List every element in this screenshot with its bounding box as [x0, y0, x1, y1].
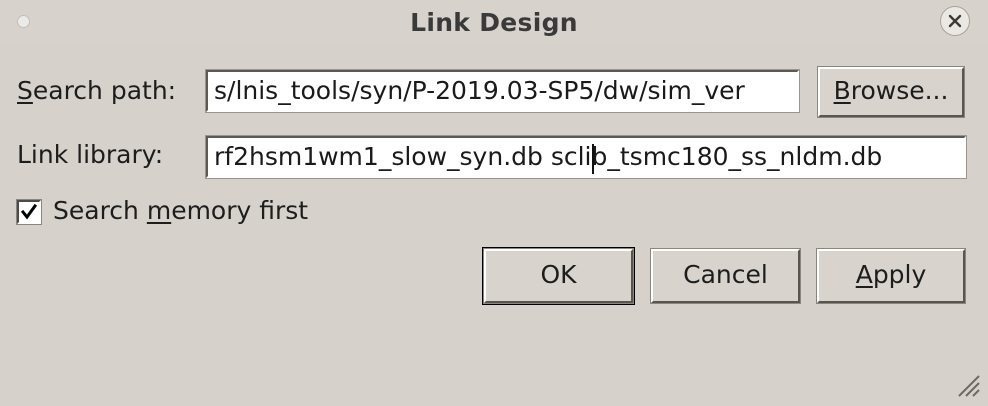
search-path-value: s/lnis_tools/syn/P-2019.03-SP5/dw/sim_ve… — [214, 76, 745, 105]
ok-button[interactable]: OK — [484, 249, 633, 303]
link-library-input[interactable]: rf2hsm1wm1_slow_syn.db scli b_tsmc180_ss_… — [206, 136, 966, 178]
search-path-input[interactable]: s/lnis_tools/syn/P-2019.03-SP5/dw/sim_ve… — [206, 70, 799, 112]
search-memory-label[interactable]: Search memory first — [53, 196, 308, 225]
link-library-value-before-cursor: rf2hsm1wm1_slow_syn.db scli — [214, 142, 592, 171]
cancel-button[interactable]: Cancel — [651, 249, 800, 303]
resize-grip-icon[interactable] — [955, 372, 981, 398]
search-path-label: Search path: — [17, 76, 177, 105]
close-button[interactable] — [940, 6, 970, 36]
browse-button[interactable]: Browse... — [818, 67, 964, 117]
close-icon — [948, 14, 962, 28]
apply-button[interactable]: Apply — [817, 249, 965, 303]
link-library-value-after-cursor: b_tsmc180_ss_nldm.db — [591, 142, 883, 171]
search-memory-checkbox[interactable] — [17, 200, 41, 224]
title-bar[interactable]: Link Design — [0, 0, 988, 46]
window-title: Link Design — [410, 8, 578, 37]
link-library-label: Link library: — [17, 140, 164, 169]
checkmark-icon — [20, 203, 38, 220]
